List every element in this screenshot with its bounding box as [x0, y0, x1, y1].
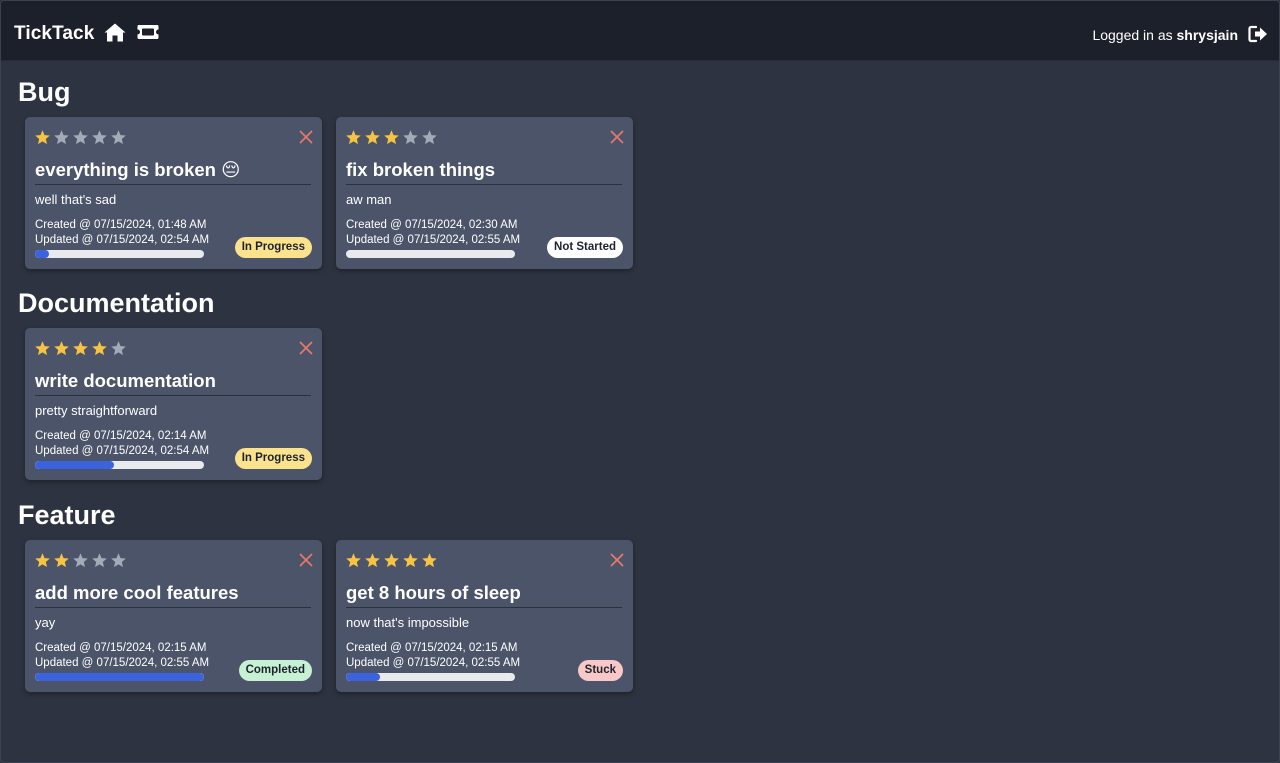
- star-icon[interactable]: [53, 340, 70, 357]
- navbar: TickTack Logged in as shrysjain: [1, 1, 1279, 61]
- ticket-title: everything is broken 😔: [35, 159, 311, 185]
- created-timestamp: Created @ 07/15/2024, 02:15 AM: [346, 642, 518, 654]
- ticket-card[interactable]: write documentation pretty straightforwar…: [25, 328, 322, 480]
- progress-fill: [35, 250, 49, 258]
- login-prefix: Logged in as: [1092, 27, 1173, 43]
- star-icon[interactable]: [34, 340, 51, 357]
- updated-timestamp: Updated @ 07/15/2024, 02:55 AM: [35, 656, 210, 669]
- updated-timestamp: Updated @ 07/15/2024, 02:54 AM: [35, 233, 210, 246]
- star-icon[interactable]: [34, 129, 51, 146]
- ticket-timestamps: Created @ 07/15/2024, 01:48 AM Updated @ …: [35, 218, 209, 247]
- username: shrysjain: [1176, 27, 1238, 43]
- ticket-card[interactable]: everything is broken 😔 well that's sad Cre…: [25, 117, 322, 269]
- status-badge[interactable]: Not Started: [547, 237, 623, 258]
- ticket-timestamps: Created @ 07/15/2024, 02:30 AM Updated @ …: [346, 218, 520, 247]
- rating-stars[interactable]: [34, 552, 127, 569]
- star-icon[interactable]: [91, 552, 108, 569]
- star-icon[interactable]: [421, 552, 438, 569]
- ticket-title: write documentation: [35, 370, 311, 396]
- star-icon[interactable]: [421, 129, 438, 146]
- close-icon[interactable]: [299, 341, 313, 360]
- brand-logo[interactable]: TickTack: [14, 23, 94, 45]
- star-icon[interactable]: [345, 552, 362, 569]
- star-icon[interactable]: [72, 552, 89, 569]
- rating-stars[interactable]: [345, 552, 438, 569]
- ticket-description: yay: [35, 615, 56, 630]
- progress-bar: [346, 250, 515, 258]
- star-icon[interactable]: [383, 129, 400, 146]
- updated-timestamp: Updated @ 07/15/2024, 02:55 AM: [346, 656, 521, 669]
- ticket-description: well that's sad: [35, 192, 117, 207]
- updated-timestamp: Updated @ 07/15/2024, 02:54 AM: [35, 444, 210, 457]
- star-icon[interactable]: [364, 129, 381, 146]
- star-icon[interactable]: [110, 129, 127, 146]
- star-icon[interactable]: [53, 129, 70, 146]
- ticket-timestamps: Created @ 07/15/2024, 02:15 AM Updated @ …: [35, 641, 209, 670]
- created-timestamp: Created @ 07/15/2024, 02:15 AM: [35, 642, 207, 654]
- star-icon[interactable]: [110, 552, 127, 569]
- star-icon[interactable]: [345, 129, 362, 146]
- ticket-title: fix broken things: [346, 159, 622, 185]
- progress-bar: [35, 250, 204, 258]
- ticket-title: get 8 hours of sleep: [346, 582, 622, 608]
- ticket-title: add more cool features: [35, 582, 311, 608]
- rating-stars[interactable]: [34, 340, 127, 357]
- star-icon[interactable]: [110, 340, 127, 357]
- ticket-description: aw man: [346, 192, 392, 207]
- ticket-card[interactable]: fix broken things aw man Created @ 07/15/2…: [336, 117, 633, 269]
- status-badge[interactable]: In Progress: [234, 448, 312, 469]
- ticket-description: now that's impossible: [346, 615, 470, 630]
- category-heading: Bug: [18, 77, 71, 107]
- ticket-timestamps: Created @ 07/15/2024, 02:14 AM Updated @ …: [35, 429, 209, 458]
- created-timestamp: Created @ 07/15/2024, 02:30 AM: [346, 219, 518, 231]
- login-status: Logged in as shrysjain: [1092, 27, 1238, 43]
- close-icon[interactable]: [299, 553, 313, 572]
- ticket-timestamps: Created @ 07/15/2024, 02:15 AM Updated @ …: [346, 641, 520, 670]
- created-timestamp: Created @ 07/15/2024, 01:48 AM: [35, 219, 207, 231]
- ticket-icon[interactable]: [137, 24, 159, 45]
- created-timestamp: Created @ 07/15/2024, 02:14 AM: [35, 430, 207, 442]
- progress-fill: [35, 673, 204, 681]
- star-icon[interactable]: [402, 129, 419, 146]
- star-icon[interactable]: [72, 340, 89, 357]
- progress-fill: [35, 461, 115, 469]
- ticket-card[interactable]: add more cool features yay Created @ 07/15…: [25, 540, 322, 692]
- home-icon[interactable]: [104, 23, 126, 47]
- ticket-description: pretty straightforward: [35, 403, 158, 418]
- star-icon[interactable]: [364, 552, 381, 569]
- rating-stars[interactable]: [345, 129, 438, 146]
- status-badge[interactable]: Completed: [238, 660, 312, 681]
- star-icon[interactable]: [53, 552, 70, 569]
- progress-bar: [35, 461, 204, 469]
- star-icon[interactable]: [402, 552, 419, 569]
- close-icon[interactable]: [299, 130, 313, 149]
- status-badge[interactable]: Stuck: [577, 660, 623, 681]
- progress-fill: [346, 673, 380, 681]
- close-icon[interactable]: [610, 130, 624, 149]
- rating-stars[interactable]: [34, 129, 127, 146]
- progress-bar: [346, 673, 515, 681]
- app-window: TickTack Logged in as shrysjain Bug every…: [0, 0, 1280, 763]
- star-icon[interactable]: [34, 552, 51, 569]
- ticket-card[interactable]: get 8 hours of sleep now that's impossibl…: [336, 540, 633, 692]
- close-icon[interactable]: [610, 553, 624, 572]
- star-icon[interactable]: [72, 129, 89, 146]
- star-icon[interactable]: [91, 340, 108, 357]
- progress-bar: [35, 673, 204, 681]
- category-heading: Feature: [18, 500, 116, 530]
- logout-icon[interactable]: [1248, 25, 1268, 48]
- category-heading: Documentation: [18, 288, 215, 318]
- status-badge[interactable]: In Progress: [234, 237, 312, 258]
- star-icon[interactable]: [383, 552, 400, 569]
- star-icon[interactable]: [91, 129, 108, 146]
- updated-timestamp: Updated @ 07/15/2024, 02:55 AM: [346, 233, 521, 246]
